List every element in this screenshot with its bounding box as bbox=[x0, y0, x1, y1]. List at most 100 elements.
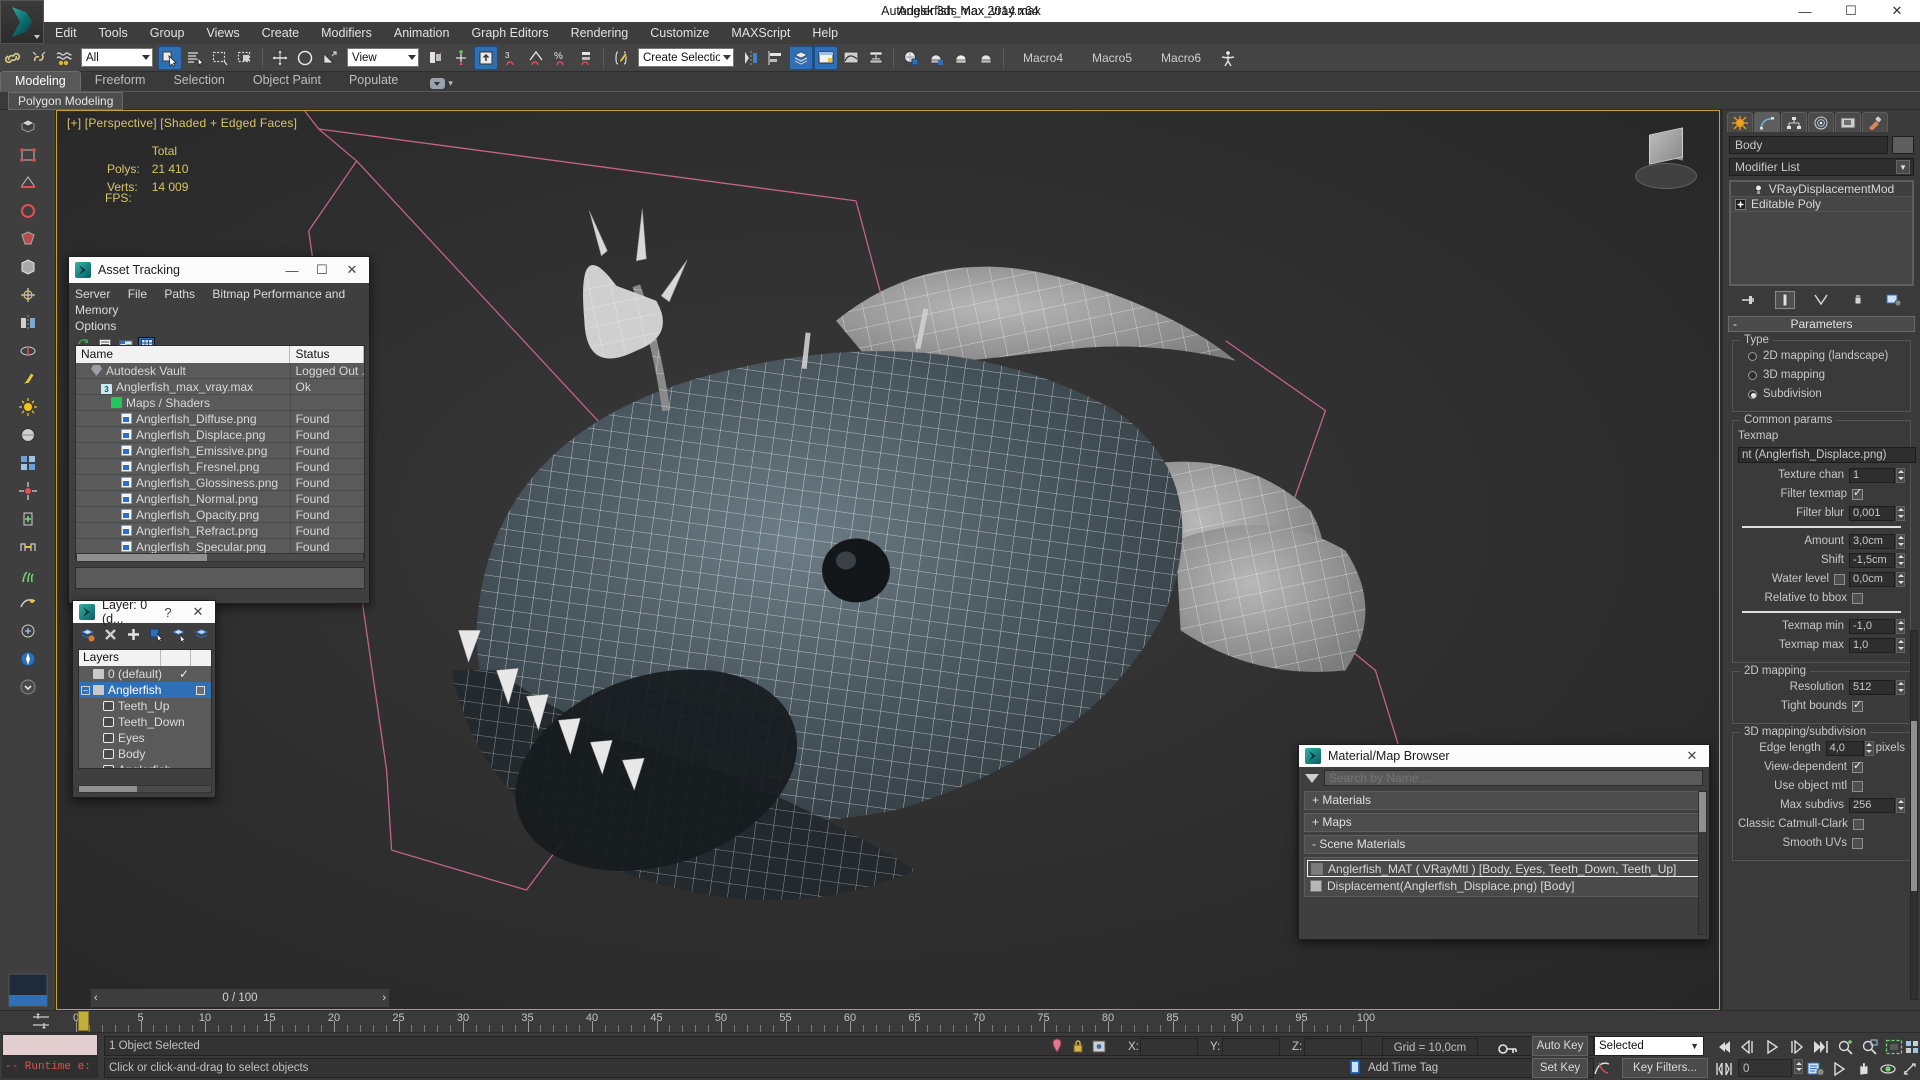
z-coordinate-field[interactable] bbox=[1304, 1038, 1362, 1056]
filter-texmap-checkbox[interactable] bbox=[1852, 486, 1863, 500]
filter-blur-spinner[interactable] bbox=[1896, 505, 1905, 521]
texture-chan-spinner[interactable] bbox=[1896, 467, 1905, 483]
absolute-relative-mode-icon[interactable] bbox=[1092, 1038, 1106, 1054]
water-level-spinner[interactable] bbox=[1896, 571, 1905, 587]
edge-length-field[interactable]: 4,0 bbox=[1825, 740, 1864, 756]
list-item[interactable]: 0 (default) ✓ bbox=[79, 666, 211, 682]
angle-snap-toggle-icon[interactable]: 3 bbox=[499, 46, 523, 70]
tool-grass-icon[interactable] bbox=[15, 562, 41, 588]
layer-col-layers[interactable]: Layers bbox=[79, 650, 161, 666]
zoom-extents-selected-icon[interactable] bbox=[1836, 1038, 1856, 1056]
asset-menu-options[interactable]: Options bbox=[75, 319, 116, 333]
close-button[interactable]: ✕ bbox=[1874, 0, 1920, 22]
bind-to-space-warp-icon[interactable] bbox=[52, 46, 76, 70]
menu-item-maxscript[interactable]: MAXScript bbox=[720, 22, 801, 44]
table-row[interactable]: 3 Anglerfish_max_vray.max Ok bbox=[76, 379, 364, 395]
tool-generate-topology-icon[interactable] bbox=[15, 282, 41, 308]
ribbon-panel-polygon-modeling[interactable]: Polygon Modeling bbox=[8, 91, 124, 110]
add-to-layer-icon[interactable] bbox=[125, 626, 142, 643]
modifier-stack[interactable]: VRayDisplacementMod Editable Poly bbox=[1729, 180, 1914, 286]
menu-item-create[interactable]: Create bbox=[251, 22, 311, 44]
max-subdivs-field[interactable]: 256 bbox=[1849, 797, 1895, 813]
rollout-collapse-icon[interactable]: - bbox=[1733, 317, 1737, 331]
asset-path-field[interactable] bbox=[75, 567, 365, 589]
menu-item-graph-editors[interactable]: Graph Editors bbox=[460, 22, 559, 44]
tight-bounds-checkbox[interactable] bbox=[1852, 698, 1863, 712]
asset-maximize-button[interactable]: ☐ bbox=[307, 258, 337, 282]
texmap-max-field[interactable]: 1,0 bbox=[1849, 637, 1895, 653]
material-map-browser-dialog[interactable]: Material/Map Browser ✕ + Materials + Map… bbox=[1298, 744, 1710, 940]
current-frame-spinner[interactable] bbox=[1794, 1059, 1803, 1074]
macro-button-5[interactable]: Macro5 bbox=[1078, 51, 1146, 65]
ribbon-options-dropdown[interactable]: ▾ bbox=[430, 78, 453, 91]
mmb-search-input[interactable] bbox=[1324, 770, 1703, 786]
radio-button-icon[interactable] bbox=[1748, 351, 1757, 361]
filter-blur-field[interactable]: 0,001 bbox=[1849, 505, 1895, 521]
render-setup-icon[interactable] bbox=[924, 46, 948, 70]
window-crossing-toggle-icon[interactable] bbox=[233, 46, 257, 70]
next-frame-button[interactable]: › bbox=[382, 992, 386, 1004]
menu-item-modifiers[interactable]: Modifiers bbox=[310, 22, 383, 44]
water-level-checkbox[interactable] bbox=[1834, 573, 1845, 585]
x-coordinate-field[interactable] bbox=[1140, 1038, 1198, 1056]
radio-button-icon[interactable] bbox=[1748, 370, 1757, 380]
modify-tab[interactable] bbox=[1754, 112, 1780, 132]
set-key-button[interactable]: Set Key bbox=[1532, 1058, 1588, 1078]
scrollbar-thumb[interactable] bbox=[77, 554, 207, 561]
tool-bridge-icon[interactable] bbox=[15, 534, 41, 560]
asset-col-status[interactable]: Status bbox=[290, 346, 364, 363]
tool-vertex-icon[interactable] bbox=[15, 142, 41, 168]
display-tab[interactable] bbox=[1835, 112, 1861, 132]
tool-scene-preview-icon[interactable] bbox=[6, 970, 50, 1010]
add-time-tag-label[interactable]: Add Time Tag bbox=[1368, 1062, 1438, 1074]
set-key-curve-icon[interactable] bbox=[1594, 1060, 1610, 1076]
asset-menu-paths[interactable]: Paths bbox=[164, 287, 195, 301]
view-cube[interactable] bbox=[1635, 127, 1697, 189]
texmap-min-spinner[interactable] bbox=[1896, 618, 1905, 634]
use-pivot-point-center-icon[interactable] bbox=[424, 46, 448, 70]
radio-3d-mapping[interactable]: 3D mapping bbox=[1738, 367, 1905, 383]
menu-item-edit[interactable]: Edit bbox=[44, 22, 88, 44]
menu-item-help[interactable]: Help bbox=[801, 22, 849, 44]
current-frame-marker[interactable] bbox=[78, 1011, 89, 1031]
table-row[interactable]: Anglerfish_Refract.png Found bbox=[76, 523, 364, 539]
layer-properties-icon[interactable] bbox=[194, 626, 211, 643]
render-production-icon[interactable] bbox=[974, 46, 998, 70]
texture-chan-field[interactable]: 1 bbox=[1849, 467, 1895, 483]
asset-tracking-dialog[interactable]: Asset Tracking — ☐ ✕ Server File Paths B… bbox=[68, 256, 370, 604]
select-and-move-icon[interactable] bbox=[268, 46, 292, 70]
list-item[interactable]: Body bbox=[79, 746, 211, 762]
key-filters-button[interactable]: Key Filters... bbox=[1622, 1058, 1708, 1078]
texmap-min-field[interactable]: -1,0 bbox=[1849, 618, 1895, 634]
asset-col-name[interactable]: Name bbox=[76, 346, 291, 363]
modifier-stack-item-vraydisplacement[interactable]: VRayDisplacementMod bbox=[1731, 182, 1912, 197]
object-color-swatch[interactable] bbox=[1892, 136, 1914, 154]
material-editor-icon[interactable] bbox=[899, 46, 923, 70]
classic-cc-checkbox[interactable] bbox=[1852, 818, 1864, 830]
time-configuration-icon[interactable] bbox=[1806, 1060, 1826, 1078]
maximize-button[interactable]: ☐ bbox=[1828, 0, 1874, 22]
tool-symmetry-icon[interactable] bbox=[15, 310, 41, 336]
tool-polygon-icon[interactable] bbox=[15, 226, 41, 252]
delete-layer-icon[interactable] bbox=[102, 626, 119, 643]
ribbon-tab-populate[interactable]: Populate bbox=[335, 71, 412, 91]
table-row[interactable]: Maps / Shaders bbox=[76, 395, 364, 411]
table-row[interactable]: Anglerfish_Fresnel.png Found bbox=[76, 459, 364, 475]
macro-button-6[interactable]: Macro6 bbox=[1147, 51, 1215, 65]
go-to-end-icon[interactable] bbox=[1810, 1038, 1830, 1056]
tool-sun-light-icon[interactable] bbox=[15, 394, 41, 420]
timeline-ruler[interactable]: 0 5 10 15 20 25 30 35 40 45 50 55 60 65 70 75 80 85 90 95 10… bbox=[73, 1010, 1375, 1032]
maximize-viewport-icon[interactable] bbox=[1900, 1060, 1920, 1078]
max-subdivs-spinner[interactable] bbox=[1896, 797, 1905, 813]
make-unique-icon[interactable] bbox=[1811, 291, 1831, 309]
unlink-selection-icon[interactable] bbox=[27, 46, 51, 70]
modifier-list-combo[interactable]: Modifier List ▼ bbox=[1729, 158, 1914, 176]
create-tab[interactable] bbox=[1727, 112, 1753, 132]
view-cube-compass-ring[interactable] bbox=[1635, 163, 1697, 189]
command-panel-scrollbar[interactable] bbox=[1910, 630, 1918, 1000]
rectangular-selection-region-icon[interactable] bbox=[208, 46, 232, 70]
select-layer-icon[interactable] bbox=[171, 626, 188, 643]
layer-list[interactable]: Layers 0 (default) ✓ – Anglerfish Teeth_Up Te… bbox=[78, 649, 212, 769]
asset-menu-file[interactable]: File bbox=[128, 287, 147, 301]
select-objects-in-layer-icon[interactable] bbox=[148, 626, 165, 643]
